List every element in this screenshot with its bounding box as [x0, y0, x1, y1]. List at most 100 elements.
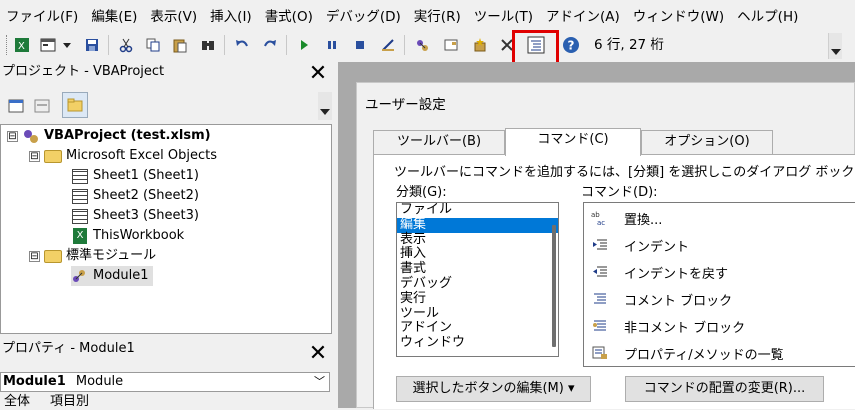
dialog-title: ユーザー設定: [365, 97, 446, 113]
run-icon[interactable]: [294, 35, 314, 55]
folder-icon: [44, 148, 62, 164]
menu-view[interactable]: 表示(V): [150, 5, 197, 25]
rearrange-commands-button[interactable]: コマンドの配置の変更(R)...: [625, 376, 824, 402]
indent-icon: [590, 237, 610, 253]
design-mode-icon[interactable]: [378, 35, 398, 55]
list-item[interactable]: ウィンドウ: [397, 335, 558, 351]
worksheet-icon: [71, 188, 89, 204]
menu-tools[interactable]: ツール(T): [474, 5, 533, 25]
tree-node-excel-objects[interactable]: ⊟ Microsoft Excel Objects: [29, 146, 217, 166]
replace-icon: ab ac: [590, 210, 610, 226]
view-excel-icon[interactable]: X: [12, 35, 32, 55]
toggle-folders-icon[interactable]: [62, 92, 88, 118]
menu-format[interactable]: 書式(O): [265, 5, 313, 25]
command-list[interactable]: ab ac 置換... インデント インデントを戻す コメント ブロック 非コメ…: [583, 202, 855, 367]
tree-label: ThisWorkbook: [93, 228, 185, 243]
command-item-replace[interactable]: ab ac 置換...: [590, 208, 662, 228]
command-label: プロパティ/メソッドの一覧: [624, 347, 784, 363]
tab-toolbars[interactable]: ツールバー(B): [373, 130, 505, 154]
command-item-list-properties-methods[interactable]: プロパティ/メソッドの一覧: [590, 343, 784, 363]
view-code-icon[interactable]: [6, 96, 26, 116]
collapse-icon[interactable]: ⊟: [29, 150, 40, 162]
edit-selection-button[interactable]: 選択したボタンの編集(M) ▾: [396, 376, 591, 402]
toolbar-separator: [108, 35, 109, 55]
svg-text:X: X: [18, 41, 25, 52]
tree-node-module1[interactable]: Module1: [71, 266, 153, 286]
vba-project-icon: [22, 128, 40, 144]
toolbar-separator: [286, 35, 287, 55]
reset-icon[interactable]: [350, 35, 370, 55]
tab-commands[interactable]: コマンド(C): [505, 128, 641, 156]
object-browser-icon[interactable]: [470, 35, 490, 55]
menu-help[interactable]: ヘルプ(H): [737, 5, 798, 25]
list-item[interactable]: 書式: [397, 261, 558, 277]
menu-file[interactable]: ファイル(F): [6, 5, 78, 25]
tree-node-standard-modules[interactable]: ⊟ 標準モジュール: [29, 246, 156, 266]
category-scrollbar[interactable]: [552, 225, 556, 347]
toolbar-grip[interactable]: [6, 35, 9, 55]
tree-label: 標準モジュール: [66, 248, 157, 263]
tree-node-sheet2[interactable]: Sheet2 (Sheet2): [71, 186, 199, 206]
list-item[interactable]: 挿入: [397, 247, 558, 262]
command-item-outdent[interactable]: インデントを戻す: [590, 262, 728, 282]
list-item[interactable]: 表示: [397, 232, 558, 248]
project-pane-close-icon[interactable]: ✕: [307, 63, 329, 85]
tab-options[interactable]: オプション(O): [641, 130, 773, 154]
list-item[interactable]: ツール: [397, 306, 558, 322]
properties-tabs: 全体 項目別: [0, 394, 332, 409]
insert-module-icon[interactable]: [38, 35, 58, 55]
command-label: 置換...: [624, 212, 663, 228]
view-object-icon[interactable]: [32, 96, 52, 116]
command-item-indent[interactable]: インデント: [590, 235, 689, 255]
tree-label: Microsoft Excel Objects: [66, 148, 217, 163]
menu-addins[interactable]: アドイン(A): [546, 5, 620, 25]
command-item-uncomment-block[interactable]: 非コメント ブロック: [590, 316, 745, 336]
menu-insert[interactable]: 挿入(I): [210, 5, 252, 25]
list-item[interactable]: デバッグ: [397, 276, 558, 292]
toolbar-separator: [224, 35, 225, 55]
customize-dialog: ユーザー設定 ツールバー(B) コマンド(C) オプション(O) ツールバーにコ…: [356, 82, 855, 409]
collapse-icon[interactable]: ⊟: [7, 130, 18, 142]
tree-node-sheet1[interactable]: Sheet1 (Sheet1): [71, 166, 199, 186]
paste-icon[interactable]: [170, 35, 190, 55]
toolbar-overflow-button[interactable]: [828, 33, 842, 59]
tree-label: Sheet3 (Sheet3): [93, 208, 199, 223]
copy-icon[interactable]: [143, 35, 163, 55]
redo-icon[interactable]: [260, 35, 280, 55]
save-icon[interactable]: [82, 35, 102, 55]
help-icon[interactable]: ?: [561, 35, 581, 55]
properties-pane-close-icon[interactable]: ✕: [307, 343, 329, 365]
undo-icon[interactable]: [232, 35, 252, 55]
command-label: インデントを戻す: [624, 266, 729, 282]
cut-icon[interactable]: [116, 35, 136, 55]
tree-label: Sheet1 (Sheet1): [93, 168, 199, 183]
object-select[interactable]: Module1 Module ﹀: [0, 372, 330, 392]
list-item[interactable]: アドイン: [397, 321, 558, 336]
properties-window-icon[interactable]: [441, 35, 461, 55]
menu-bar: ファイル(F) 編集(E) 表示(V) 挿入(I) 書式(O) デバッグ(D) …: [0, 0, 855, 29]
menu-run[interactable]: 実行(R): [414, 5, 461, 25]
menu-window[interactable]: ウィンドウ(W): [633, 5, 724, 25]
tree-node-vbaproject[interactable]: ⊟ VBAProject (test.xlsm): [7, 126, 211, 146]
tree-node-thisworkbook[interactable]: X ThisWorkbook: [71, 226, 184, 246]
project-explorer-icon[interactable]: [412, 35, 432, 55]
collapse-icon[interactable]: ⊟: [29, 250, 40, 262]
tree-label: Module1: [93, 268, 149, 283]
find-icon[interactable]: [198, 35, 218, 55]
tree-label: Sheet2 (Sheet2): [93, 188, 199, 203]
worksheet-icon: [71, 168, 89, 184]
category-list[interactable]: ファイル 編集 表示 挿入 書式 デバッグ 実行 ツール アドイン ウィンドウ: [396, 202, 559, 357]
list-item[interactable]: 実行: [397, 291, 558, 307]
dropdown-arrow-icon[interactable]: [60, 35, 74, 55]
list-item-selected[interactable]: 編集: [397, 217, 558, 233]
command-item-comment-block[interactable]: コメント ブロック: [590, 289, 732, 309]
break-icon[interactable]: [322, 35, 342, 55]
menu-debug[interactable]: デバッグ(D): [326, 5, 401, 25]
uncomment-block-icon: [590, 318, 610, 334]
object-name: Module1: [3, 374, 66, 389]
list-item[interactable]: ファイル: [397, 203, 558, 218]
menu-edit[interactable]: 編集(E): [91, 5, 137, 25]
project-pane-scroll-button[interactable]: [318, 92, 332, 120]
svg-text:ac: ac: [597, 219, 605, 226]
tree-node-sheet3[interactable]: Sheet3 (Sheet3): [71, 206, 199, 226]
